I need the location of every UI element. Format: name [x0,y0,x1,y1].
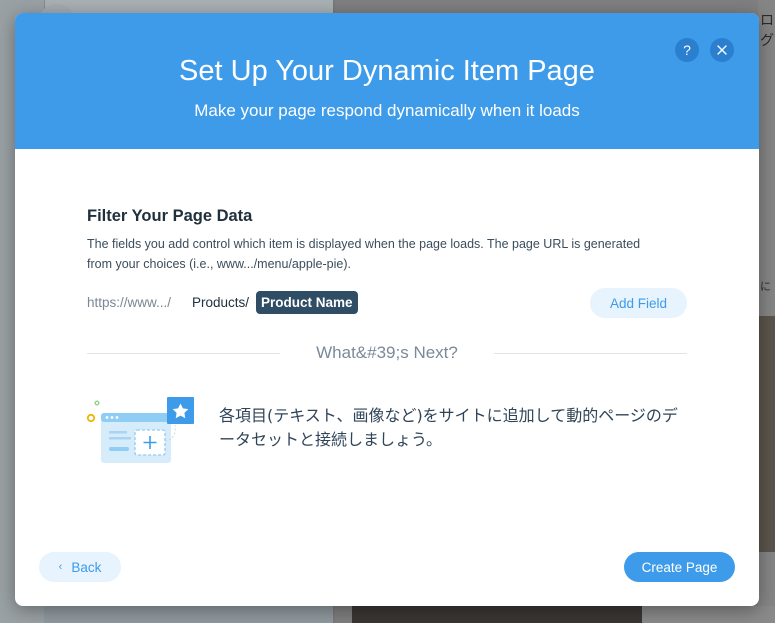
background-photo-bottom [352,606,642,623]
background-bottom-right [642,606,775,623]
url-segment: Products/ [192,295,250,310]
filter-section-title: Filter Your Page Data [87,207,253,225]
add-field-button[interactable]: Add Field [590,288,687,318]
next-steps-text: 各項目(テキスト、画像など)をサイトに追加して動的ページのデータセットと接続しま… [219,406,678,449]
back-button-label: Back [71,559,102,575]
create-page-button[interactable]: Create Page [624,552,735,582]
divider-right [494,353,687,354]
background-text-mid: に [760,280,771,293]
dialog-title: Set Up Your Dynamic Item Page [179,55,595,87]
close-button[interactable] [710,38,734,62]
url-prefix: https://www.../ [87,295,172,310]
help-button[interactable]: ? [675,38,699,62]
background-photo [758,316,775,552]
dynamic-page-dialog: Set Up Your Dynamic Item Page Make your … [15,13,759,606]
close-icon [717,45,727,55]
help-icon: ? [683,42,691,58]
divider-left [87,353,280,354]
filter-description: The fields you add control which item is… [87,237,641,271]
chevron-left-icon: ‹ [58,561,63,573]
url-field-chip[interactable]: Product Name [256,291,358,314]
dialog-header: Set Up Your Dynamic Item Page Make your … [15,13,759,149]
whats-next-heading: What&#39;s Next? [316,343,458,362]
dialog-subtitle: Make your page respond dynamically when … [194,101,580,120]
dataset-connect-illustration-icon [86,397,194,463]
background-left-bottom [44,606,333,623]
back-button[interactable]: ‹ Back [39,552,121,582]
background-text-top: ログ [760,13,774,49]
